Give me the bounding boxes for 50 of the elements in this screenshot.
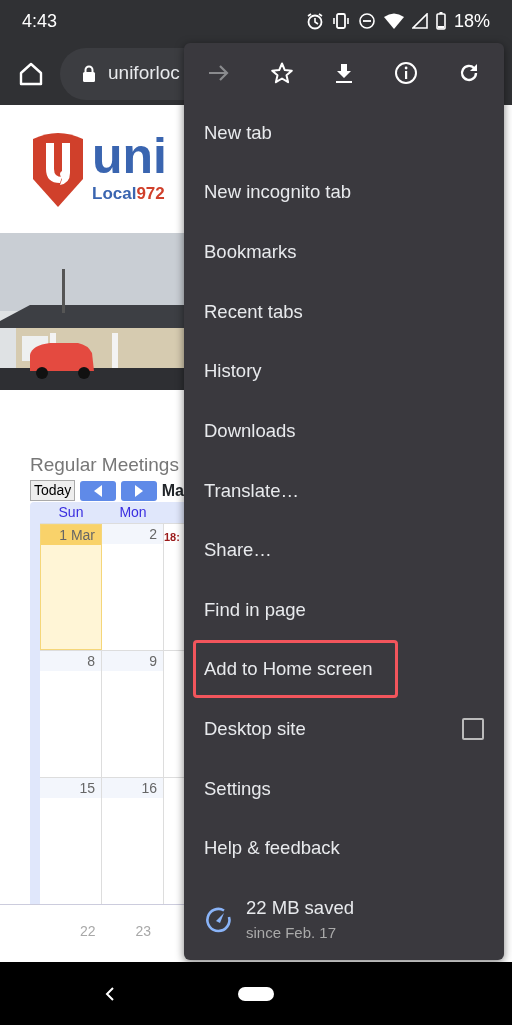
menu-item[interactable]: History (184, 341, 504, 401)
menu-item[interactable]: Share… (184, 520, 504, 580)
menu-item[interactable]: Recent tabs (184, 281, 504, 342)
day-cell[interactable]: 1 Mar (40, 524, 102, 650)
wifi-icon (383, 13, 404, 29)
alarm-icon (305, 12, 324, 30)
status-time: 4:43 (22, 9, 58, 33)
today-button[interactable]: Today (30, 480, 76, 501)
event-time[interactable]: 18: (164, 531, 180, 543)
day-cell[interactable]: 8 (40, 651, 102, 777)
home-pill-icon[interactable] (238, 986, 274, 1001)
day-cell[interactable]: 9 (102, 651, 164, 777)
left-triangle-icon (94, 484, 103, 497)
star-icon[interactable] (269, 60, 294, 85)
month-title: Ma (161, 480, 184, 501)
lock-icon (82, 64, 96, 83)
do-not-disturb-icon (357, 12, 376, 30)
menu-item[interactable]: New tab (184, 102, 504, 163)
day-cell[interactable]: 2 (102, 524, 164, 650)
checkbox[interactable] (462, 717, 484, 740)
next-button[interactable] (121, 480, 157, 501)
menu-item[interactable]: New incognito tab (184, 162, 504, 223)
logo-wordmark: uni (92, 131, 167, 182)
menu-item[interactable]: Desktop site (184, 699, 504, 759)
signal-icon (411, 13, 428, 29)
savings-subtitle: since Feb. 17 (246, 922, 338, 943)
battery-icon (435, 12, 446, 30)
back-icon[interactable] (104, 986, 116, 1001)
day-number: 23 (135, 922, 152, 941)
menu-item[interactable]: Downloads (184, 400, 504, 461)
logo-local-number: Local972 (92, 183, 166, 206)
weekday-header: Sun (57, 503, 85, 522)
home-icon[interactable] (18, 60, 44, 87)
menu-item[interactable]: Help & feedback (184, 818, 504, 878)
previous-button[interactable] (80, 480, 117, 501)
menu-item[interactable]: Settings (184, 758, 504, 819)
menu-item[interactable]: Find in page (184, 579, 504, 640)
vibrate-icon (331, 13, 350, 29)
day-number: 22 (80, 922, 96, 941)
day-cell[interactable]: 16 (102, 778, 164, 904)
weekday-header: Mon (118, 503, 148, 522)
calendar-title: Regular Meetings (30, 454, 180, 476)
highlighted-label: Add to Home screen (193, 640, 398, 699)
day-cell[interactable]: 15 (40, 778, 102, 904)
battery-percent: 18% (453, 9, 490, 33)
right-triangle-icon (134, 484, 143, 497)
menu-item[interactable]: Bookmarks (184, 222, 504, 282)
savings-title: 22 MB saved (246, 895, 354, 920)
menu-item[interactable]: Translate… (184, 460, 504, 521)
info-icon[interactable] (394, 60, 419, 85)
